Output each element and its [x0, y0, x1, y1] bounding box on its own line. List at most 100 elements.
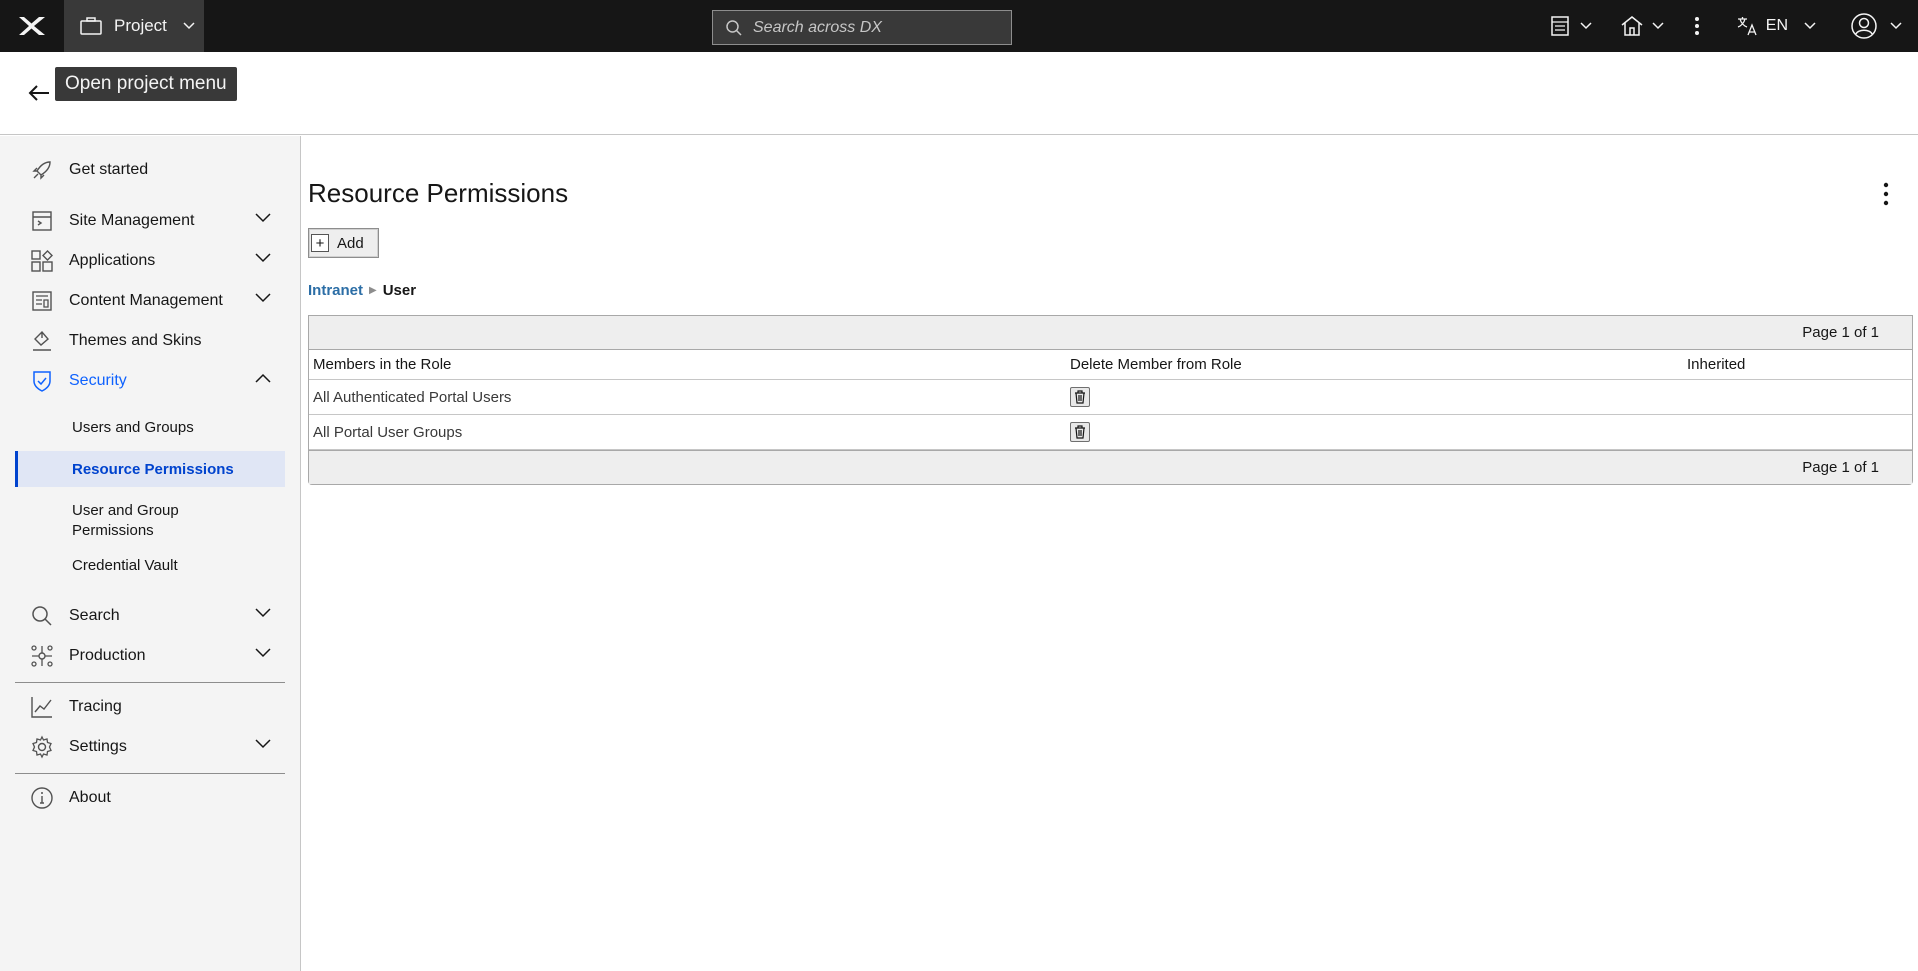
project-label: Project — [114, 16, 167, 35]
pager-text: Page 1 of 1 — [1802, 459, 1879, 476]
global-search[interactable] — [712, 10, 1012, 45]
sidebar-item-label: Production — [69, 647, 146, 664]
delete-member-button[interactable] — [1070, 387, 1090, 407]
breadcrumb-separator-icon: ▶ — [369, 285, 377, 296]
sidebar-item-tracing[interactable]: Tracing — [15, 687, 285, 727]
member-name: All Authenticated Portal Users — [313, 388, 512, 406]
info-icon — [25, 784, 59, 812]
sidebar-item-label: Get started — [69, 161, 149, 178]
applications-icon — [25, 247, 59, 275]
chevron-down-icon — [255, 739, 271, 749]
delete-member-button[interactable] — [1070, 422, 1090, 442]
sidebar-subitem-user-and-group-permissions[interactable]: User and Group Permissions — [15, 499, 215, 543]
trash-icon — [1075, 390, 1085, 404]
tooltip: Open project menu — [55, 67, 237, 101]
chevron-down-icon — [255, 253, 271, 263]
column-header: Inherited — [1687, 356, 1746, 373]
table-header-row: Members in the Role Delete Member from R… — [309, 350, 1912, 380]
search-input[interactable] — [753, 18, 1003, 37]
sidebar-item-label: Content Management — [69, 292, 223, 309]
translate-icon — [1737, 17, 1757, 36]
breadcrumb-link-intranet[interactable]: Intranet — [308, 282, 363, 299]
top-navigation-bar: Project Search across DX EN — [0, 0, 1918, 52]
sidebar-subitem-resource-permissions[interactable]: Resource Permissions — [15, 451, 285, 487]
pager-top: Page 1 of 1 — [309, 316, 1912, 350]
home-icon — [1621, 16, 1643, 36]
sidebar-subitem-label: User and Group Permissions — [72, 502, 179, 539]
overflow-menu-icon — [1694, 17, 1699, 35]
top-right-actions: EN — [1550, 0, 1918, 52]
sidebar-item-label: Site Management — [69, 212, 195, 229]
page-title: Resource Permissions — [308, 178, 569, 208]
chevron-down-icon — [183, 22, 195, 30]
sidebar-item-label: About — [69, 789, 111, 806]
sidebar-item-about[interactable]: About — [15, 778, 285, 818]
chevron-down-icon — [1580, 22, 1592, 30]
sidebar-item-security[interactable]: Security — [15, 361, 285, 401]
sidebar-item-themes-and-skins[interactable]: Themes and Skins — [15, 321, 285, 361]
member-name: All Portal User Groups — [313, 423, 463, 441]
language-label: EN — [1765, 17, 1788, 34]
content-management-icon — [25, 287, 59, 315]
table-row: All Authenticated Portal Users — [309, 380, 1912, 415]
page-actions-menu-button[interactable] — [1876, 178, 1896, 210]
user-avatar-icon — [1851, 13, 1877, 39]
paint-bucket-icon — [25, 327, 59, 355]
network-icon — [25, 642, 59, 670]
breadcrumb-current: User — [382, 282, 417, 299]
arrow-left-icon — [28, 85, 49, 101]
open-project-menu-button[interactable] — [24, 78, 54, 108]
gear-icon — [25, 733, 59, 761]
search-icon — [726, 19, 742, 36]
plus-icon: + — [311, 234, 329, 252]
add-button-label: Add — [337, 234, 364, 252]
sidebar-subitem-label: Credential Vault — [72, 556, 178, 574]
sidebar-item-content-management[interactable]: Content Management — [15, 281, 285, 321]
sidebar-item-site-management[interactable]: Site Management — [15, 201, 285, 241]
sidebar-item-get-started[interactable]: Get started — [15, 150, 285, 190]
sidebar: Get started Site Management Applications… — [0, 136, 301, 971]
pager-bottom: Page 1 of 1 — [309, 450, 1912, 484]
sidebar-subitem-label: Resource Permissions — [72, 460, 234, 478]
sidebar-item-label: Security — [69, 372, 127, 389]
sidebar-divider — [15, 682, 285, 683]
chevron-down-icon — [1890, 22, 1902, 30]
shield-check-icon — [25, 367, 59, 395]
rocket-icon — [25, 156, 59, 184]
sidebar-item-search[interactable]: Search — [15, 596, 285, 636]
language-menu-button[interactable]: EN — [1736, 15, 1816, 37]
table-row: All Portal User Groups — [309, 415, 1912, 450]
sidebar-item-label: Search — [69, 607, 120, 624]
page-header: Open project menu — [0, 52, 1918, 135]
sites-menu-button[interactable] — [1550, 15, 1592, 37]
chevron-down-icon — [1652, 22, 1664, 30]
sidebar-item-label: Applications — [69, 252, 156, 269]
sidebar-item-label: Themes and Skins — [69, 332, 202, 349]
role-members-table: Page 1 of 1 Members in the Role Delete M… — [308, 315, 1913, 485]
sidebar-item-settings[interactable]: Settings — [15, 727, 285, 767]
sidebar-subitem-label: Users and Groups — [72, 418, 194, 436]
sidebar-item-production[interactable]: Production — [15, 636, 285, 676]
column-header: Members in the Role — [313, 356, 452, 373]
sidebar-item-applications[interactable]: Applications — [15, 241, 285, 281]
sidebar-subitem-credential-vault[interactable]: Credential Vault — [15, 549, 285, 581]
chevron-down-icon — [1804, 22, 1816, 30]
add-button[interactable]: + Add — [308, 228, 379, 258]
site-layout-icon — [1551, 16, 1569, 36]
site-management-icon — [25, 207, 59, 235]
column-header: Delete Member from Role — [1070, 356, 1242, 373]
line-chart-icon — [25, 693, 59, 721]
pager-text: Page 1 of 1 — [1802, 324, 1879, 341]
project-menu-button[interactable]: Project — [64, 0, 204, 52]
sidebar-subitem-users-and-groups[interactable]: Users and Groups — [15, 411, 285, 443]
sidebar-item-label: Tracing — [69, 698, 122, 715]
overflow-menu-icon — [1883, 182, 1889, 206]
chevron-down-icon — [255, 648, 271, 658]
dx-logo[interactable] — [0, 0, 64, 52]
home-menu-button[interactable] — [1620, 15, 1664, 37]
chevron-down-icon — [255, 608, 271, 618]
user-menu-button[interactable] — [1850, 12, 1902, 40]
sidebar-divider — [15, 773, 285, 774]
search-icon — [25, 602, 59, 630]
overflow-menu-button[interactable] — [1694, 15, 1700, 37]
